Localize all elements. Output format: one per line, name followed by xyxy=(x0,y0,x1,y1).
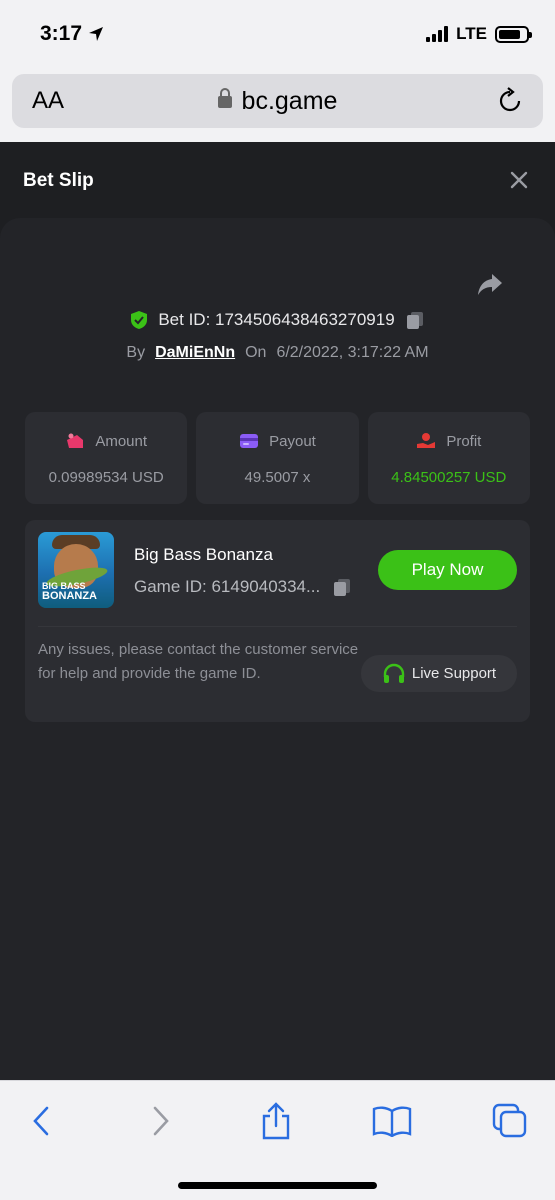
status-indicators: LTE xyxy=(426,24,532,44)
game-name: Big Bass Bonanza xyxy=(134,545,273,564)
stat-value: 4.84500257 USD xyxy=(391,469,507,486)
verified-shield-icon xyxy=(131,311,148,329)
by-label: By xyxy=(126,344,146,361)
close-icon[interactable] xyxy=(509,170,529,190)
bet-id-row: Bet ID: 1734506438463270919 xyxy=(0,310,555,330)
tabs-icon xyxy=(492,1103,527,1138)
share-arrow-icon[interactable] xyxy=(476,270,504,298)
headset-icon xyxy=(383,663,405,683)
game-id-row: Game ID: 6149040334... xyxy=(134,577,352,597)
status-time: 3:17 xyxy=(40,22,104,46)
url-display[interactable]: bc.game xyxy=(12,87,543,116)
stat-payout: Payout 49.5007 x xyxy=(196,412,359,504)
bookmarks-button[interactable] xyxy=(372,1101,412,1141)
bet-id-text: Bet ID: 1734506438463270919 xyxy=(158,310,395,329)
share-button[interactable] xyxy=(256,1101,296,1141)
live-support-label: Live Support xyxy=(411,665,497,682)
home-indicator xyxy=(178,1182,377,1189)
url-text: bc.game xyxy=(241,87,338,115)
chevron-left-icon xyxy=(33,1106,49,1136)
location-arrow-icon xyxy=(89,27,104,41)
stat-label: Profit xyxy=(446,432,482,450)
network-label: LTE xyxy=(456,24,487,43)
stat-amount: Amount 0.09989534 USD xyxy=(25,412,188,504)
status-bar: 3:17 LTE xyxy=(0,0,555,70)
live-support-button[interactable]: Live Support xyxy=(361,655,517,692)
stat-profit: Profit 4.84500257 USD xyxy=(367,412,530,504)
bet-slip-card: Bet ID: 1734506438463270919 By DaMiEnNn … xyxy=(0,218,555,1080)
play-now-button[interactable]: Play Now xyxy=(378,550,517,590)
battery-icon xyxy=(495,25,532,43)
stat-value: 0.09989534 USD xyxy=(48,469,164,486)
game-thumbnail[interactable]: BIG BASS BONANZA xyxy=(38,532,114,608)
tabs-button[interactable] xyxy=(490,1101,530,1141)
forward-button[interactable] xyxy=(141,1101,181,1141)
browser-toolbar-bottom xyxy=(0,1080,555,1200)
amount-icon xyxy=(67,433,84,448)
book-icon xyxy=(372,1106,412,1137)
browser-toolbar-top: AA bc.game xyxy=(0,70,555,142)
back-button[interactable] xyxy=(21,1101,61,1141)
chevron-right-icon xyxy=(153,1106,169,1136)
profit-hand-icon xyxy=(417,433,436,448)
issue-help-text: Any issues, please contact the customer … xyxy=(38,641,359,682)
game-id-text: Game ID: 6149040334... xyxy=(134,577,321,596)
signal-icon xyxy=(426,26,449,42)
share-icon xyxy=(262,1102,290,1140)
address-bar[interactable]: AA bc.game xyxy=(12,74,543,128)
modal-header: Bet Slip xyxy=(0,142,555,218)
stat-label: Payout xyxy=(269,432,316,450)
on-label: On xyxy=(245,344,267,361)
bet-meta-row: By DaMiEnNn On 6/2/2022, 3:17:22 AM xyxy=(0,344,555,362)
stat-label: Amount xyxy=(95,432,148,450)
copy-icon[interactable] xyxy=(405,310,425,330)
payout-card-icon xyxy=(240,434,259,448)
divider xyxy=(38,626,517,627)
modal-title: Bet Slip xyxy=(23,170,94,191)
lock-icon xyxy=(217,88,232,108)
copy-icon[interactable] xyxy=(332,577,352,597)
user-link[interactable]: DaMiEnNn xyxy=(155,344,235,362)
thumbnail-logo: BIG BASS BONANZA xyxy=(42,581,97,602)
stat-value: 49.5007 x xyxy=(244,469,311,486)
game-card: BIG BASS BONANZA Big Bass Bonanza Game I… xyxy=(25,520,530,722)
bet-stats: Amount 0.09989534 USD Payout 49.5007 x P… xyxy=(25,412,530,504)
time-text: 3:17 xyxy=(40,22,83,45)
bet-date: 6/2/2022, 3:17:22 AM xyxy=(276,344,429,361)
reload-icon[interactable] xyxy=(495,86,525,116)
